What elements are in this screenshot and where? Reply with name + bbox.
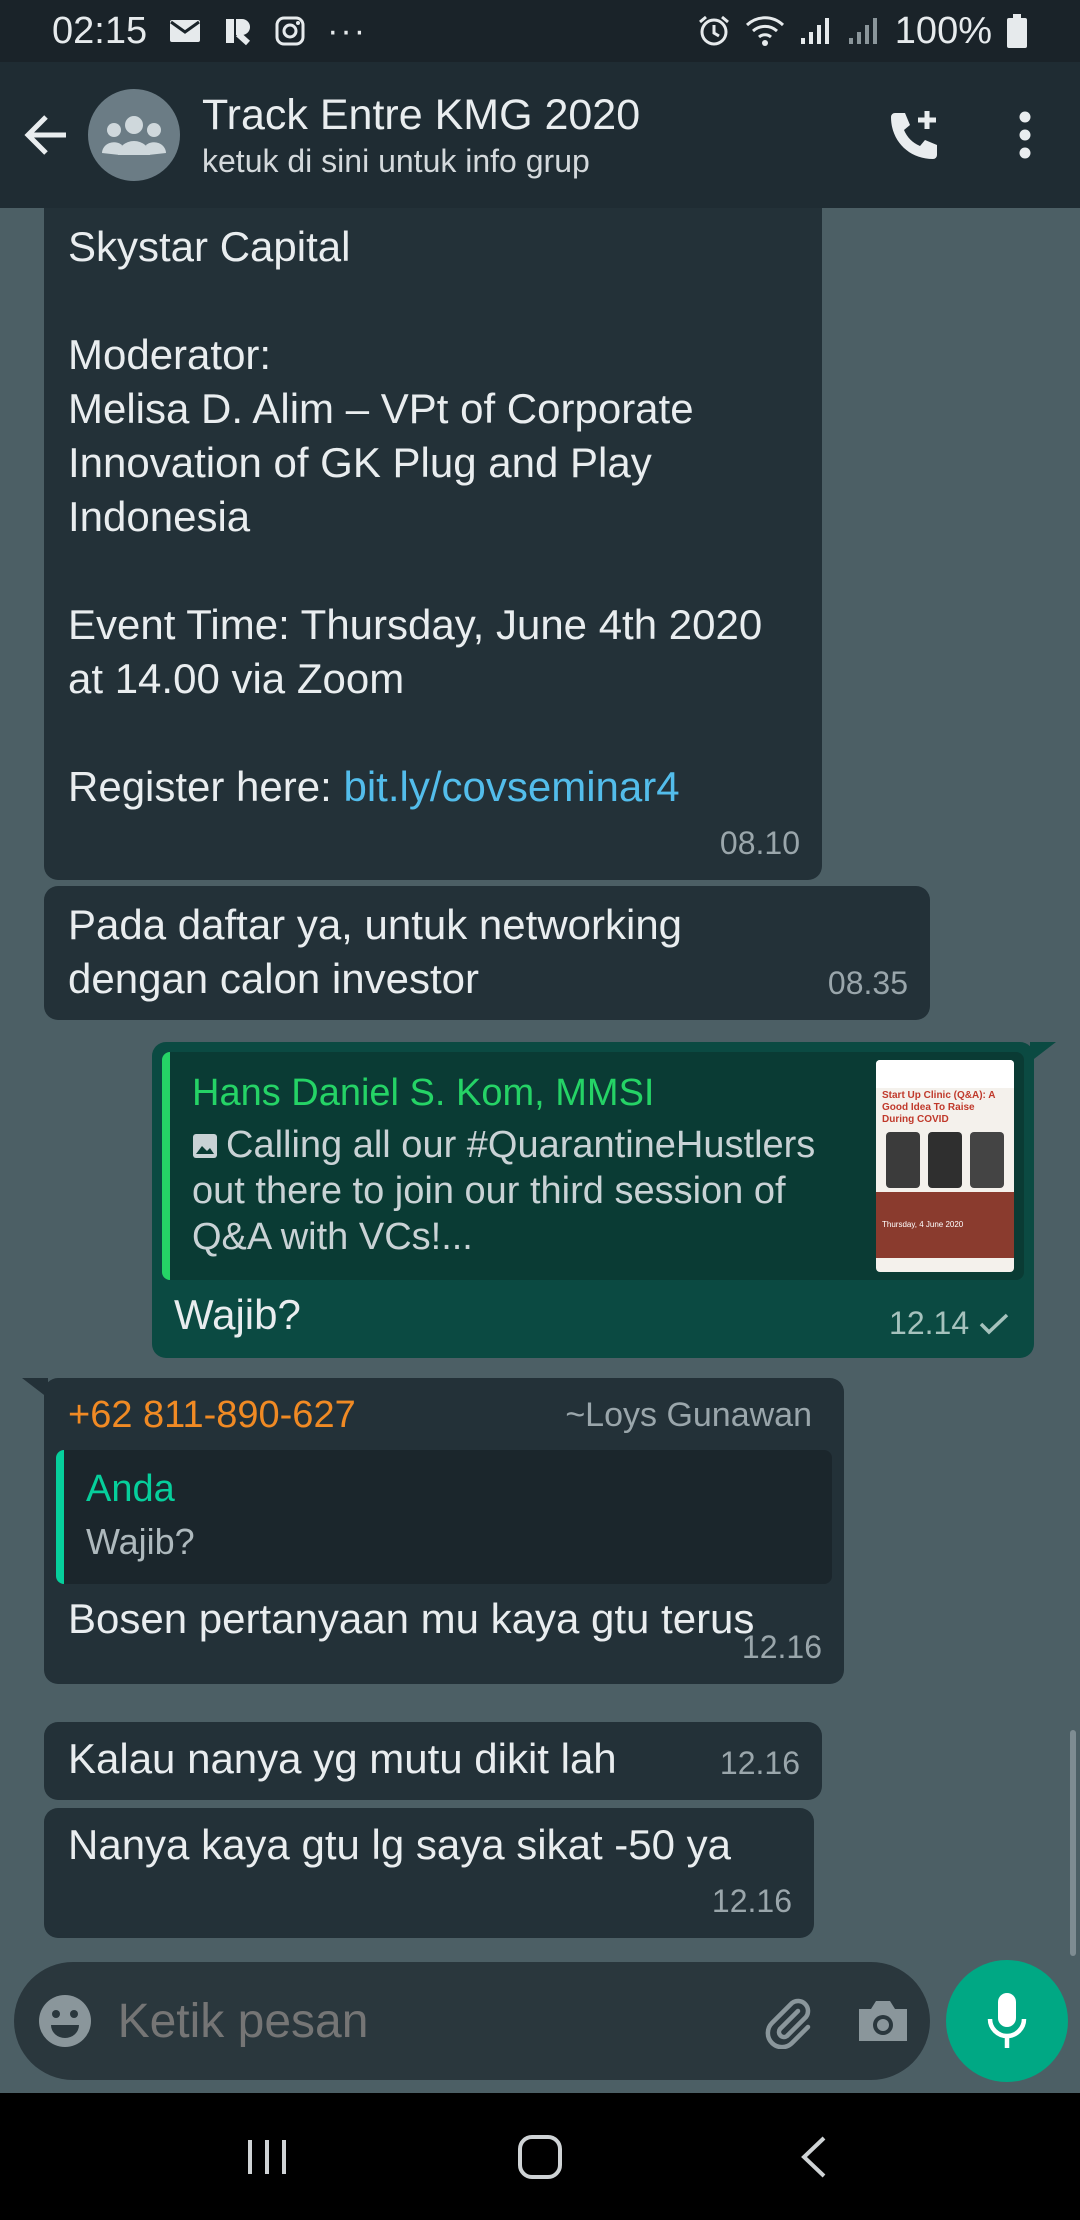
recents-button[interactable] [207, 2093, 327, 2220]
register-label: Register here: [68, 763, 344, 810]
chat-header: Track Entre KMG 2020 ketuk di sini untuk… [0, 62, 1080, 208]
message-text: Pada daftar ya, untuk networking dengan … [68, 901, 694, 1002]
sender-number[interactable]: +62 811-890-627 [68, 1390, 356, 1440]
reply-quote[interactable]: Anda Wajib? [56, 1450, 832, 1584]
recents-icon [247, 2139, 286, 2174]
thumbnail-title: Start Up Clinic (Q&A): A Good Idea To Ra… [882, 1090, 996, 1125]
message-bubble[interactable]: Skystar Capital Moderator: Melisa D. Ali… [44, 208, 822, 880]
instagram-icon [275, 16, 305, 46]
status-time: 02:15 [52, 9, 148, 52]
image-icon [193, 1134, 217, 1158]
message-bubble[interactable]: +62 811-890-627 ~Loys Gunawan Anda Wajib… [22, 1378, 844, 1684]
emoji-button[interactable] [14, 1962, 116, 2080]
message-text: Bosen pertanyaan mu kaya gtu terus [68, 1595, 755, 1642]
speaker-photo [928, 1132, 962, 1188]
message-time: 12.16 [719, 1745, 800, 1781]
group-avatar[interactable] [88, 89, 180, 181]
message-bubble[interactable]: Pada daftar ya, untuk networking dengan … [44, 886, 930, 1020]
add-call-button[interactable] [860, 62, 970, 208]
status-bar: 02:15 ··· 100% [0, 0, 1080, 62]
bubble-tail [1030, 1042, 1056, 1062]
system-nav-bar [0, 2093, 1080, 2220]
arrow-left-icon [24, 115, 66, 155]
quote-author: Anda [86, 1468, 175, 1510]
sender-name: ~Loys Gunawan [565, 1396, 812, 1434]
camera-icon [858, 2001, 907, 2041]
add-call-icon [891, 111, 937, 159]
group-subtitle: ketuk di sini untuk info grup [202, 143, 590, 179]
message-bubble[interactable]: Kalau nanya yg mutu dikit lah 12.16 [44, 1722, 822, 1800]
message-text: Nanya kaya gtu lg saya sikat -50 ya [68, 1821, 732, 1868]
message-link[interactable]: bit.ly/covseminar4 [343, 763, 679, 810]
message-time: 12.14 [889, 1305, 970, 1341]
message-text: Wajib? [174, 1291, 301, 1338]
chat-area[interactable]: Skystar Capital Moderator: Melisa D. Ali… [0, 208, 1080, 1956]
wifi-icon [745, 15, 785, 47]
home-icon [517, 2134, 562, 2179]
signal-icon [799, 16, 833, 46]
mail-icon [169, 18, 201, 44]
home-button[interactable] [480, 2093, 600, 2220]
more-notifications: ··· [327, 11, 368, 50]
group-avatar-icon [102, 116, 166, 155]
battery-text: 100% [894, 9, 992, 52]
voice-message-button[interactable] [946, 1960, 1068, 2082]
bubble-tail [22, 1378, 48, 1398]
message-bubble[interactable]: Nanya kaya gtu lg saya sikat -50 ya 12.1… [44, 1808, 814, 1938]
message-time: 12.16 [741, 1629, 822, 1665]
message-time: 08.10 [719, 825, 800, 861]
message-time: 12.16 [711, 1883, 792, 1919]
chevron-left-icon [801, 2136, 826, 2177]
quote-author: Hans Daniel S. Kom, MMSI [192, 1072, 655, 1114]
back-button[interactable] [4, 62, 88, 208]
group-info[interactable]: Track Entre KMG 2020 ketuk di sini untuk… [202, 89, 640, 181]
more-vert-icon [1019, 111, 1031, 159]
signal-icon-2 [847, 16, 881, 46]
back-nav-button[interactable] [753, 2093, 873, 2220]
emoji-icon [38, 1995, 91, 2047]
app-notification-icon [223, 16, 253, 46]
alarm-icon [697, 14, 731, 48]
quote-text: Wajib? [86, 1521, 195, 1562]
battery-icon [1006, 13, 1028, 49]
message-time: 08.35 [827, 965, 908, 1001]
quote-text: Calling all our #QuarantineHustlers out … [192, 1124, 816, 1258]
speaker-photo [970, 1132, 1004, 1188]
camera-button[interactable] [835, 1962, 930, 2080]
outgoing-message-bubble[interactable]: Hans Daniel S. Kom, MMSI Calling all our… [152, 1042, 1056, 1358]
paperclip-icon [765, 1998, 811, 2049]
message-composer [14, 1962, 930, 2080]
message-text: Skystar Capital Moderator: Melisa D. Ali… [68, 223, 763, 702]
attach-button[interactable] [741, 1962, 836, 2080]
reply-quote[interactable]: Hans Daniel S. Kom, MMSI Calling all our… [162, 1052, 1024, 1280]
thumbnail-date: Thursday, 4 June 2020 [882, 1220, 964, 1229]
message-text: Kalau nanya yg mutu dikit lah [68, 1735, 617, 1782]
speaker-photo [886, 1132, 920, 1188]
message-input[interactable] [115, 1992, 741, 2050]
group-title: Track Entre KMG 2020 [202, 91, 641, 139]
check-icon [979, 1313, 1009, 1335]
scrollbar[interactable] [1070, 1730, 1076, 1956]
quote-thumbnail: Start Up Clinic (Q&A): A Good Idea To Ra… [876, 1060, 1014, 1272]
more-options-button[interactable] [970, 62, 1080, 208]
mic-icon [987, 1993, 1027, 2048]
